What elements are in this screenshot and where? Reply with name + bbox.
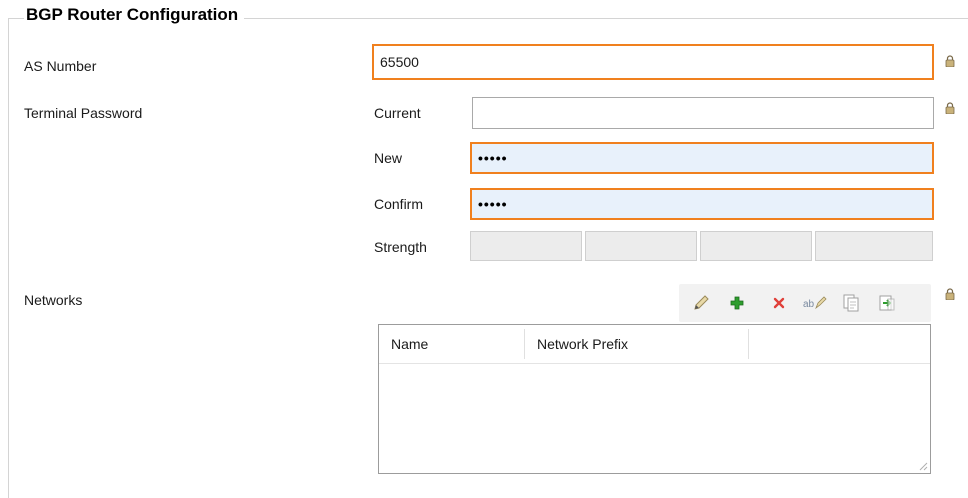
lock-icon bbox=[945, 288, 955, 300]
strength-segment bbox=[700, 231, 812, 261]
terminal-password-label: Terminal Password bbox=[24, 105, 143, 121]
as-number-value: 65500 bbox=[380, 54, 419, 70]
delete-button[interactable] bbox=[761, 284, 797, 322]
strength-segment bbox=[815, 231, 933, 261]
column-divider bbox=[524, 329, 525, 359]
section-title: BGP Router Configuration bbox=[24, 5, 245, 25]
column-divider bbox=[748, 329, 749, 359]
current-password-input[interactable] bbox=[472, 97, 934, 129]
edit-icon bbox=[694, 295, 709, 310]
fieldset-border-left bbox=[8, 18, 9, 498]
column-header-network-prefix[interactable]: Network Prefix bbox=[537, 325, 737, 363]
strength-label: Strength bbox=[374, 239, 427, 255]
current-password-label: Current bbox=[374, 105, 421, 121]
password-strength-meter bbox=[470, 231, 933, 261]
new-password-value: ••••• bbox=[478, 150, 508, 166]
confirm-password-input[interactable]: ••••• bbox=[470, 188, 934, 220]
rename-icon: ab bbox=[803, 296, 827, 310]
strength-segment bbox=[585, 231, 697, 261]
column-header-name[interactable]: Name bbox=[391, 325, 521, 363]
new-password-label: New bbox=[374, 150, 403, 166]
confirm-password-label: Confirm bbox=[374, 196, 424, 212]
paste-button[interactable] bbox=[869, 284, 905, 322]
as-number-input[interactable]: 65500 bbox=[372, 44, 934, 80]
svg-text:ab: ab bbox=[803, 299, 815, 310]
edit-button[interactable] bbox=[683, 284, 719, 322]
rename-button[interactable]: ab bbox=[797, 284, 833, 322]
lock-icon bbox=[945, 55, 955, 67]
delete-icon bbox=[773, 297, 785, 309]
lock-icon bbox=[945, 102, 955, 114]
networks-table[interactable]: Name Network Prefix bbox=[378, 324, 931, 474]
networks-label: Networks bbox=[24, 292, 83, 308]
column-header-empty bbox=[759, 325, 919, 363]
networks-toolbar: ab bbox=[679, 284, 931, 322]
copy-icon bbox=[843, 294, 859, 312]
add-icon bbox=[730, 296, 744, 310]
add-button[interactable] bbox=[719, 284, 755, 322]
paste-icon bbox=[879, 295, 895, 311]
strength-segment bbox=[470, 231, 582, 261]
copy-button[interactable] bbox=[833, 284, 869, 322]
confirm-password-value: ••••• bbox=[478, 196, 508, 212]
table-header: Name Network Prefix bbox=[379, 325, 930, 364]
as-number-label: AS Number bbox=[24, 58, 97, 74]
new-password-input[interactable]: ••••• bbox=[470, 142, 934, 174]
resize-grip-icon[interactable] bbox=[918, 461, 928, 471]
